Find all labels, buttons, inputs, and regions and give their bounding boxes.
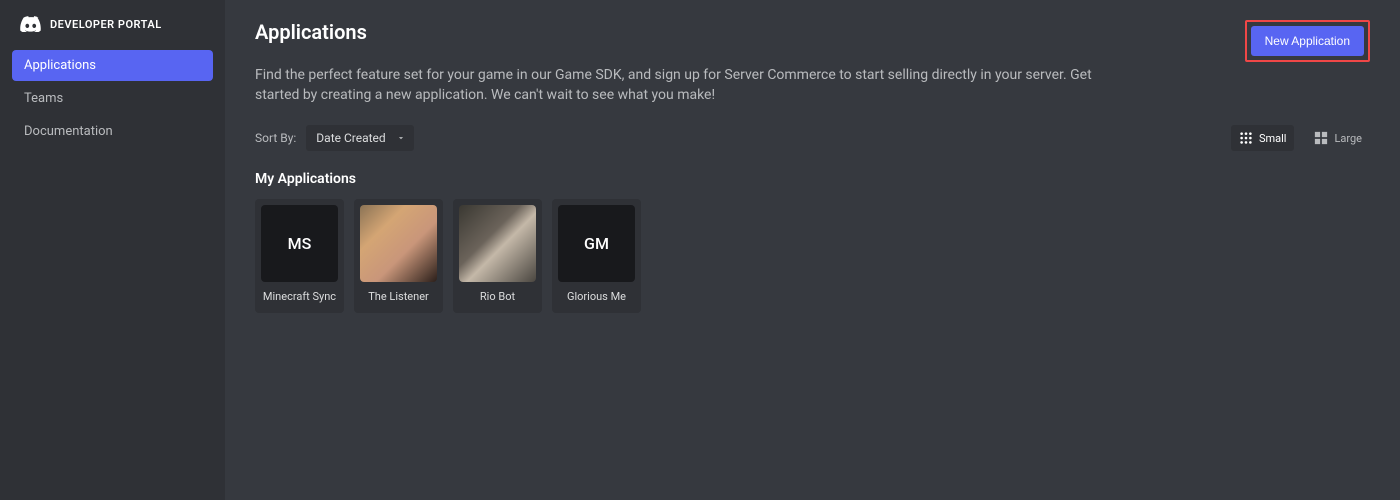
sidebar-header: DEVELOPER PORTAL: [0, 16, 225, 32]
view-toggle-large[interactable]: Large: [1306, 125, 1370, 151]
sidebar-title: DEVELOPER PORTAL: [50, 18, 162, 31]
sidebar-nav: Applications Teams Documentation: [0, 50, 225, 147]
app-name: Glorious Me: [567, 290, 626, 303]
app-name: The Listener: [368, 290, 429, 303]
sidebar-item-label: Applications: [24, 58, 96, 73]
app-card[interactable]: GM Glorious Me: [552, 199, 641, 313]
chevron-down-icon: [396, 133, 406, 143]
main-header: Applications New Application: [255, 20, 1370, 62]
grid-large-icon: [1314, 131, 1328, 145]
main-content: Applications New Application Find the pe…: [225, 0, 1400, 500]
app-name: Rio Bot: [480, 290, 515, 303]
view-toggles: Small Large: [1231, 125, 1370, 151]
sidebar-item-label: Documentation: [24, 124, 113, 139]
sort-value: Date Created: [316, 131, 385, 145]
discord-logo-icon: [20, 16, 42, 32]
controls-row: Sort By: Date Created Small Lar: [255, 125, 1370, 151]
app-name: Minecraft Sync: [263, 290, 336, 303]
view-toggle-label: Small: [1259, 132, 1287, 145]
new-application-button[interactable]: New Application: [1251, 26, 1364, 56]
app-thumbnail: GM: [558, 205, 635, 282]
grid-small-icon: [1239, 131, 1253, 145]
page-description: Find the perfect feature set for your ga…: [255, 66, 1125, 105]
view-toggle-label: Large: [1334, 132, 1362, 145]
section-title: My Applications: [255, 171, 1370, 187]
app-thumbnail: MS: [261, 205, 338, 282]
app-card[interactable]: MS Minecraft Sync: [255, 199, 344, 313]
app-card[interactable]: The Listener: [354, 199, 443, 313]
sidebar-item-documentation[interactable]: Documentation: [12, 116, 213, 147]
sidebar: DEVELOPER PORTAL Applications Teams Docu…: [0, 0, 225, 500]
view-toggle-small[interactable]: Small: [1231, 125, 1295, 151]
app-thumbnail: [459, 205, 536, 282]
sidebar-item-teams[interactable]: Teams: [12, 83, 213, 114]
sidebar-item-applications[interactable]: Applications: [12, 50, 213, 81]
app-card[interactable]: Rio Bot: [453, 199, 542, 313]
sort-group: Sort By: Date Created: [255, 125, 414, 151]
sort-label: Sort By:: [255, 131, 296, 145]
app-grid: MS Minecraft Sync The Listener Rio Bot G…: [255, 199, 1370, 313]
sort-select[interactable]: Date Created: [306, 125, 413, 151]
sidebar-item-label: Teams: [24, 91, 63, 106]
app-thumbnail: [360, 205, 437, 282]
highlight-annotation: New Application: [1245, 20, 1370, 62]
page-title: Applications: [255, 20, 367, 44]
